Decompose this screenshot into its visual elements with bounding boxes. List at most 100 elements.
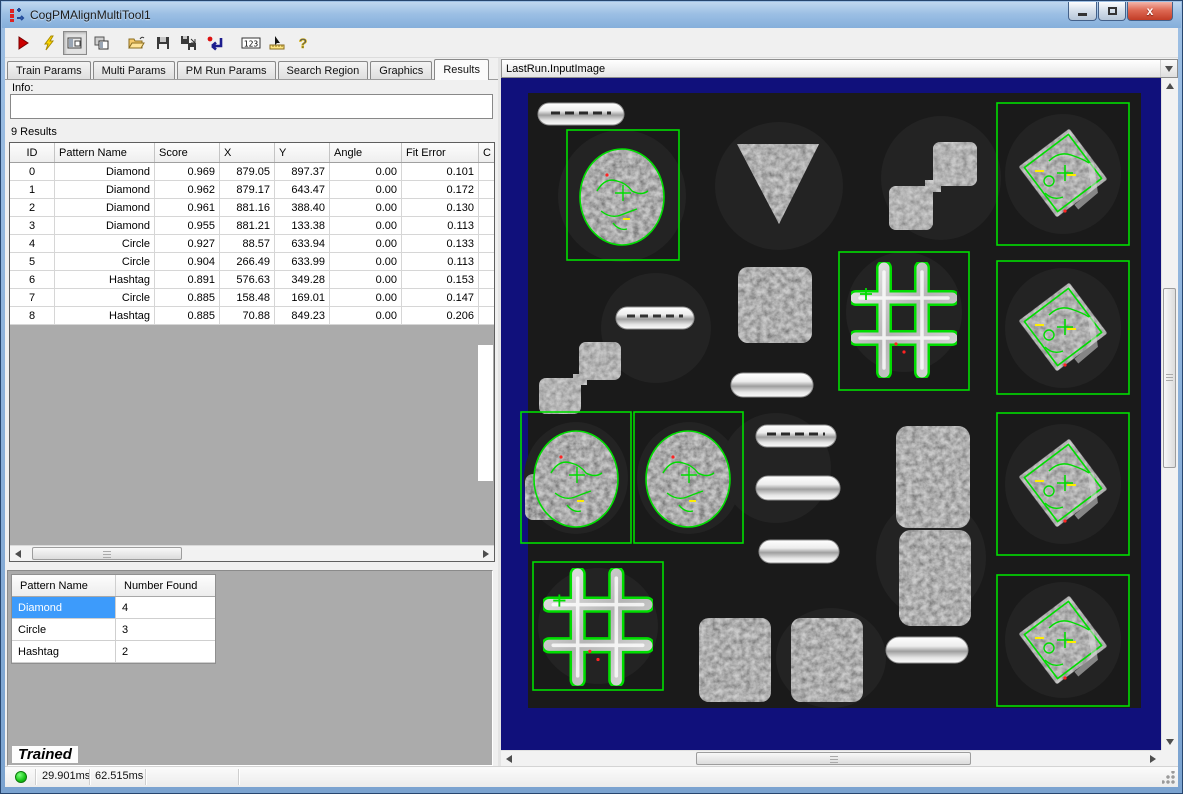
inspection-image: [501, 78, 1161, 750]
image-display-icon: [67, 35, 83, 51]
grid-horizontal-scrollbar[interactable]: [10, 545, 494, 561]
save-image-button[interactable]: [177, 31, 201, 55]
scrollbar-thumb[interactable]: [1163, 288, 1176, 468]
column-header[interactable]: Angle: [330, 143, 402, 162]
image-source-value: LastRun.InputImage: [502, 63, 1160, 75]
lightning-icon: [41, 35, 57, 51]
minimize-button[interactable]: [1068, 2, 1097, 21]
tab-results[interactable]: Results: [434, 59, 489, 80]
run-time-value: 29.901ms: [42, 770, 90, 782]
total-time-value: 62.515ms: [95, 770, 143, 782]
toolbar: 123 ?: [5, 28, 1178, 58]
maximize-icon: [1108, 7, 1117, 15]
results-tab-page: Info: 9 Results ID Pattern Name Score X …: [5, 79, 498, 766]
results-count-label: 9 Results: [11, 126, 57, 138]
image-horizontal-scrollbar[interactable]: [501, 750, 1161, 766]
tab-strip: Train Params Multi Params PM Run Params …: [7, 59, 498, 80]
scroll-right-icon[interactable]: [1145, 751, 1161, 767]
run-button[interactable]: [11, 31, 35, 55]
table-row[interactable]: 3Diamond0.955881.21133.380.000.113: [10, 217, 494, 235]
table-row[interactable]: 1Diamond0.962879.17643.470.000.172: [10, 181, 494, 199]
table-row[interactable]: 6Hashtag0.891576.63349.280.000.153: [10, 271, 494, 289]
image-display-copy-icon: [93, 35, 109, 51]
image-panel: LastRun.InputImage: [501, 58, 1178, 766]
svg-text:?: ?: [299, 35, 308, 51]
window-title: CogPMAlignMultiTool1: [30, 8, 151, 22]
help-button[interactable]: ?: [291, 31, 315, 55]
info-input[interactable]: [10, 94, 493, 119]
column-header[interactable]: X: [220, 143, 275, 162]
show-values-button[interactable]: 123: [239, 31, 263, 55]
column-header[interactable]: Pattern Name: [55, 143, 155, 162]
column-header[interactable]: Score: [155, 143, 220, 162]
column-header[interactable]: ID: [10, 143, 55, 162]
app-window: CogPMAlignMultiTool1 x: [0, 0, 1183, 794]
column-header[interactable]: C: [479, 143, 494, 162]
pattern-summary-table: Pattern Name Number Found Diamond 4 Circ…: [11, 574, 216, 664]
help-icon: ?: [296, 35, 310, 51]
table-row[interactable]: 4Circle0.92788.57633.940.000.133: [10, 235, 494, 253]
column-header[interactable]: Y: [275, 143, 330, 162]
show-image-display-toggle[interactable]: [63, 31, 87, 55]
summary-header: Pattern Name Number Found: [12, 575, 215, 597]
chevron-down-icon: [1160, 60, 1177, 77]
summary-panel: Pattern Name Number Found Diamond 4 Circ…: [7, 570, 493, 766]
float-image-display-button[interactable]: [89, 31, 113, 55]
scrollbar-corner: [1161, 750, 1178, 766]
results-grid: ID Pattern Name Score X Y Angle Fit Erro…: [9, 142, 495, 562]
column-header[interactable]: Fit Error: [402, 143, 479, 162]
titlebar[interactable]: CogPMAlignMultiTool1 x: [2, 2, 1181, 28]
grid-vscroll-track: [478, 345, 493, 481]
reset-arrow-icon: [206, 35, 224, 51]
svg-text:123: 123: [244, 39, 259, 48]
save-button[interactable]: [151, 31, 175, 55]
close-button[interactable]: x: [1127, 2, 1173, 21]
maximize-button[interactable]: [1098, 2, 1126, 21]
scroll-left-icon[interactable]: [501, 751, 517, 767]
save-icon: [155, 35, 171, 51]
close-icon: x: [1147, 4, 1154, 18]
table-row[interactable]: 8Hashtag0.88570.88849.230.000.206: [10, 307, 494, 325]
minimize-icon: [1078, 13, 1087, 16]
table-row[interactable]: Circle 3: [12, 619, 215, 641]
measure-button[interactable]: [265, 31, 289, 55]
run-continuous-button[interactable]: [37, 31, 61, 55]
scroll-up-icon[interactable]: [1162, 78, 1178, 94]
tab-search-region[interactable]: Search Region: [278, 61, 369, 80]
play-icon: [15, 35, 31, 51]
tool-edit-panel: Train Params Multi Params PM Run Params …: [5, 58, 498, 766]
tab-multi-params[interactable]: Multi Params: [93, 61, 175, 80]
table-row[interactable]: 0Diamond0.969879.05897.370.000.101: [10, 163, 494, 181]
numbers-icon: 123: [241, 35, 261, 51]
table-row[interactable]: Diamond 4: [12, 597, 215, 619]
trained-status-label: Trained: [12, 746, 78, 763]
open-folder-icon: [128, 35, 146, 51]
reset-button[interactable]: [203, 31, 227, 55]
tab-graphics[interactable]: Graphics: [370, 61, 432, 80]
image-display[interactable]: [501, 78, 1161, 750]
table-row[interactable]: 7Circle0.885158.48169.010.000.147: [10, 289, 494, 307]
status-bar: 29.901ms 62.515ms: [5, 766, 1178, 787]
scrollbar-thumb[interactable]: [32, 547, 182, 560]
image-source-combobox[interactable]: LastRun.InputImage: [501, 59, 1178, 78]
scrollbar-thumb[interactable]: [696, 752, 971, 765]
table-row[interactable]: 2Diamond0.961881.16388.400.000.130: [10, 199, 494, 217]
scroll-down-icon[interactable]: [1162, 734, 1178, 750]
table-row[interactable]: Hashtag 2: [12, 641, 215, 663]
app-icon: [9, 7, 25, 23]
status-led: [15, 771, 27, 783]
acquired-photo: [521, 93, 1141, 708]
open-file-button[interactable]: [125, 31, 149, 55]
image-vertical-scrollbar[interactable]: [1161, 78, 1178, 750]
save-as-icon: [180, 35, 198, 51]
info-label: Info:: [12, 82, 33, 94]
column-header[interactable]: Number Found: [116, 575, 215, 596]
tab-pm-run-params[interactable]: PM Run Params: [177, 61, 276, 80]
scroll-right-icon[interactable]: [478, 546, 494, 562]
results-grid-header: ID Pattern Name Score X Y Angle Fit Erro…: [10, 143, 494, 163]
scroll-left-icon[interactable]: [10, 546, 26, 562]
tab-train-params[interactable]: Train Params: [7, 61, 91, 80]
column-header[interactable]: Pattern Name: [12, 575, 116, 596]
table-row[interactable]: 5Circle0.904266.49633.990.000.113: [10, 253, 494, 271]
resize-grip[interactable]: [1162, 771, 1175, 784]
